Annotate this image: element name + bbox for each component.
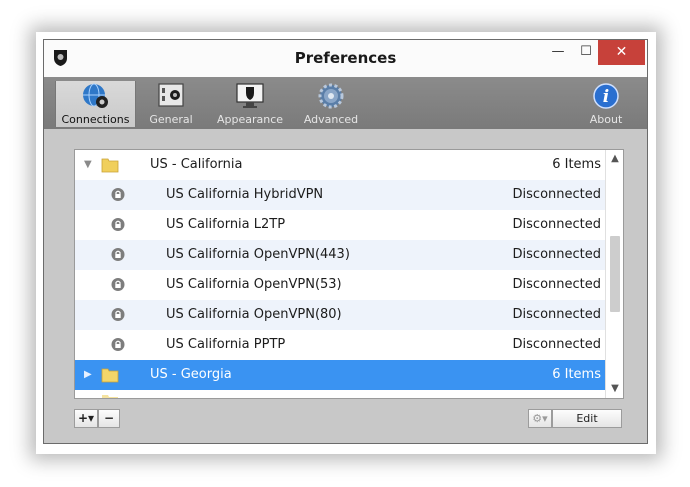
add-connection-button[interactable]: +▾ [74, 409, 98, 428]
tab-connections-label: Connections [61, 113, 130, 126]
disclosure-triangle-collapsed-icon[interactable]: ▶ [84, 369, 92, 380]
monitor-icon [236, 83, 264, 108]
close-button[interactable]: ✕ [598, 40, 645, 65]
preferences-window: Preferences — ☐ ✕ Connections General Ap… [43, 39, 648, 444]
connections-rows: ▼ US - California 6 Items US California … [75, 150, 605, 398]
connection-row[interactable]: US California OpenVPN(80) Disconnected [75, 300, 605, 330]
connection-name: US California OpenVPN(443) [166, 247, 350, 262]
vertical-scrollbar[interactable]: ▲ ▼ [605, 150, 623, 398]
remove-connection-button[interactable]: − [98, 409, 120, 428]
connection-name: US California PPTP [166, 337, 286, 352]
gear-icon [318, 83, 344, 109]
tab-advanced[interactable]: Advanced [298, 81, 364, 127]
tab-about-label: About [589, 113, 623, 126]
connection-status: Disconnected [512, 307, 601, 322]
connection-status: Disconnected [512, 247, 601, 262]
action-menu-button[interactable]: ⚙▾ [528, 409, 552, 428]
disclosure-triangle-expanded-icon[interactable]: ▼ [84, 159, 92, 170]
globe-icon [82, 83, 108, 108]
folder-icon [101, 158, 119, 173]
lock-icon [111, 218, 125, 231]
group-row-us-georgia[interactable]: ▶ US - Georgia 6 Items [75, 360, 605, 390]
tab-general[interactable]: General [140, 81, 202, 127]
minimize-button[interactable]: — [544, 40, 572, 65]
svg-text:i: i [603, 87, 609, 107]
group-name: US - California [150, 157, 243, 172]
maximize-button[interactable]: ☐ [572, 40, 600, 65]
connection-status: Disconnected [512, 187, 601, 202]
group-count: 6 Items [552, 157, 601, 172]
connection-row[interactable]: US California OpenVPN(53) Disconnected [75, 270, 605, 300]
toolbar: Connections General Appearance Advanced … [44, 77, 647, 129]
connection-row[interactable]: US California HybridVPN Disconnected [75, 180, 605, 210]
group-row-us-california[interactable]: ▼ US - California 6 Items [75, 150, 605, 180]
group-count: 6 Items [552, 367, 601, 382]
partial-row [75, 390, 605, 398]
tab-advanced-label: Advanced [303, 113, 359, 126]
safe-icon [158, 83, 184, 107]
lock-icon [111, 338, 125, 351]
scroll-up-arrow-icon[interactable]: ▲ [606, 152, 623, 166]
connection-name: US California OpenVPN(53) [166, 277, 342, 292]
tab-about[interactable]: i About [584, 81, 628, 127]
connection-status: Disconnected [512, 217, 601, 232]
lock-icon [111, 188, 125, 201]
connections-list: ▼ US - California 6 Items US California … [74, 149, 624, 399]
connection-status: Disconnected [512, 277, 601, 292]
connection-name: US California OpenVPN(80) [166, 307, 342, 322]
tab-appearance[interactable]: Appearance [211, 81, 289, 127]
info-icon: i [593, 83, 619, 109]
connection-row[interactable]: US California OpenVPN(443) Disconnected [75, 240, 605, 270]
tab-general-label: General [149, 113, 193, 126]
tab-appearance-label: Appearance [216, 113, 284, 126]
connection-status: Disconnected [512, 337, 601, 352]
edit-button[interactable]: Edit [552, 409, 622, 428]
lock-icon [111, 248, 125, 261]
folder-icon [101, 368, 119, 383]
tab-connections[interactable]: Connections [55, 81, 136, 127]
scroll-down-arrow-icon[interactable]: ▼ [606, 382, 623, 396]
lock-icon [111, 308, 125, 321]
content-area: ▼ US - California 6 Items US California … [44, 129, 647, 443]
title-bar: Preferences — ☐ ✕ [44, 40, 647, 77]
connection-name: US California L2TP [166, 217, 286, 232]
connection-row[interactable]: US California PPTP Disconnected [75, 330, 605, 360]
connection-row[interactable]: US California L2TP Disconnected [75, 210, 605, 240]
scrollbar-thumb[interactable] [610, 236, 620, 312]
lock-icon [111, 278, 125, 291]
group-name: US - Georgia [150, 367, 232, 382]
connection-name: US California HybridVPN [166, 187, 324, 202]
folder-icon [102, 395, 118, 398]
